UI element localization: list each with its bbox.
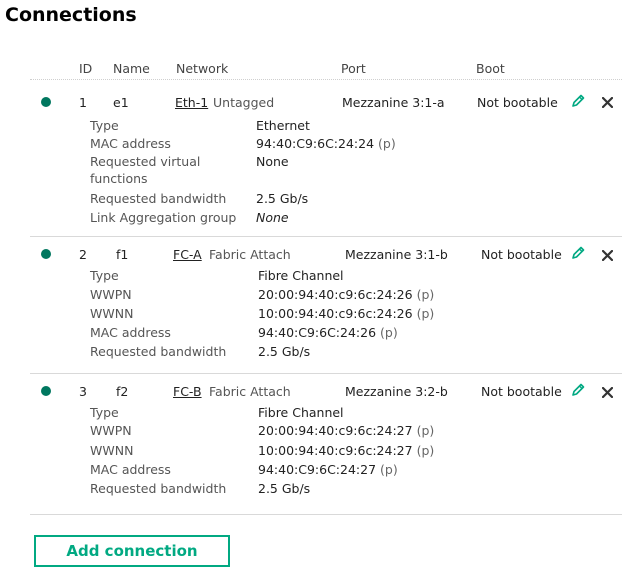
detail-value-mac: 94:40:C9:6C:24:27 (p) — [258, 462, 398, 477]
detail-value-wwnn: 10:00:94:40:c9:6c:24:26 (p) — [258, 306, 434, 321]
connection-name: e1 — [113, 95, 129, 110]
wwnn-value-suffix: (p) — [416, 443, 435, 458]
column-header-id: ID — [79, 61, 93, 76]
pencil-icon[interactable] — [570, 382, 586, 398]
wwpn-value-text: 20:00:94:40:c9:6c:24:27 — [258, 423, 413, 438]
detail-label-type: Type — [90, 268, 119, 283]
detail-label-bandwidth: Requested bandwidth — [90, 481, 227, 496]
column-header-name: Name — [113, 61, 150, 76]
detail-value-wwpn: 20:00:94:40:c9:6c:24:26 (p) — [258, 287, 434, 302]
pencil-icon[interactable] — [570, 93, 586, 109]
connection-name: f2 — [116, 384, 129, 399]
status-ok-icon — [41, 249, 51, 259]
connection-boot: Not bootable — [481, 247, 562, 262]
detail-value-bandwidth: 2.5 Gb/s — [258, 344, 311, 359]
detail-label-wwnn: WWNN — [90, 443, 134, 458]
wwnn-value-suffix: (p) — [416, 306, 435, 321]
mac-value-text: 94:40:C9:6C:24:26 — [258, 325, 377, 340]
network-type: Fabric Attach — [209, 247, 291, 262]
mac-value-suffix: (p) — [378, 136, 396, 151]
close-icon[interactable] — [602, 97, 613, 108]
detail-value-rvf: None — [256, 154, 289, 169]
status-ok-icon — [41, 97, 51, 107]
network-type: Fabric Attach — [209, 384, 291, 399]
connection-name: f1 — [116, 247, 129, 262]
detail-label-rvf-line2: functions — [90, 171, 148, 186]
detail-label-type: Type — [90, 405, 119, 420]
detail-label-type: Type — [90, 118, 119, 133]
connection-boot: Not bootable — [481, 384, 562, 399]
connection-id: 2 — [79, 247, 87, 262]
detail-value-type: Fibre Channel — [258, 268, 344, 283]
connection-id: 1 — [79, 95, 87, 110]
wwnn-value-text: 10:00:94:40:c9:6c:24:27 — [258, 443, 413, 458]
network-link[interactable]: Eth-1 — [175, 95, 208, 110]
network-link[interactable]: FC-B — [173, 384, 202, 399]
close-icon[interactable] — [602, 250, 613, 261]
connection-port: Mezzanine 3:1-a — [342, 95, 445, 110]
column-header-port: Port — [341, 61, 366, 76]
status-ok-icon — [41, 386, 51, 396]
detail-label-wwpn: WWPN — [90, 423, 132, 438]
connection-id: 3 — [79, 384, 87, 399]
column-header-boot: Boot — [476, 61, 505, 76]
detail-value-wwpn: 20:00:94:40:c9:6c:24:27 (p) — [258, 423, 434, 438]
wwpn-value-text: 20:00:94:40:c9:6c:24:26 — [258, 287, 413, 302]
add-connection-button[interactable]: Add connection — [34, 535, 230, 567]
column-header-network: Network — [176, 61, 229, 76]
mac-value-text: 94:40:C9:6C:24:27 — [258, 462, 377, 477]
wwnn-value-text: 10:00:94:40:c9:6c:24:26 — [258, 306, 413, 321]
close-icon[interactable] — [602, 387, 613, 398]
detail-value-lag: None — [256, 210, 289, 225]
detail-label-bandwidth: Requested bandwidth — [90, 191, 227, 206]
detail-label-mac: MAC address — [90, 325, 171, 340]
mac-value-suffix: (p) — [380, 325, 398, 340]
mac-value-text: 94:40:C9:6C:24:24 — [256, 136, 375, 151]
detail-value-type: Ethernet — [256, 118, 310, 133]
connection-port: Mezzanine 3:1-b — [345, 247, 448, 262]
connection-boot: Not bootable — [477, 95, 558, 110]
detail-value-bandwidth: 2.5 Gb/s — [258, 481, 311, 496]
network-type: Untagged — [213, 95, 275, 110]
detail-label-lag: Link Aggregation group — [90, 210, 237, 225]
detail-value-mac: 94:40:C9:6C:24:24 (p) — [256, 136, 396, 151]
detail-value-mac: 94:40:C9:6C:24:26 (p) — [258, 325, 398, 340]
row-divider — [30, 236, 622, 237]
detail-label-rvf-line1: Requested virtual — [90, 154, 201, 169]
detail-label-bandwidth: Requested bandwidth — [90, 344, 227, 359]
row-divider — [30, 373, 622, 374]
detail-label-wwpn: WWPN — [90, 287, 132, 302]
detail-label-wwnn: WWNN — [90, 306, 134, 321]
pencil-icon[interactable] — [570, 245, 586, 261]
connection-port: Mezzanine 3:2-b — [345, 384, 448, 399]
detail-label-mac: MAC address — [90, 136, 171, 151]
mac-value-suffix: (p) — [380, 462, 398, 477]
row-divider — [30, 514, 622, 515]
detail-value-wwnn: 10:00:94:40:c9:6c:24:27 (p) — [258, 443, 434, 458]
network-link[interactable]: FC-A — [173, 247, 202, 262]
wwpn-value-suffix: (p) — [416, 423, 435, 438]
page-title: Connections — [5, 4, 137, 26]
detail-value-bandwidth: 2.5 Gb/s — [256, 191, 309, 206]
header-divider — [30, 79, 622, 81]
detail-label-mac: MAC address — [90, 462, 171, 477]
wwpn-value-suffix: (p) — [416, 287, 435, 302]
detail-value-type: Fibre Channel — [258, 405, 344, 420]
